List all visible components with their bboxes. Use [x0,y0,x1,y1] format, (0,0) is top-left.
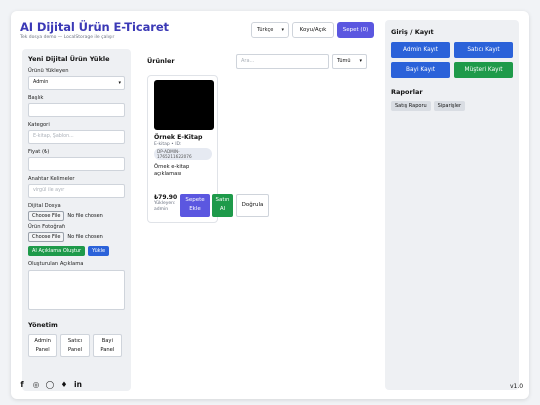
admin-panel-button[interactable]: Admin Panel [28,334,58,357]
dealer-panel-label-1: Bayi [101,338,113,344]
dealer-register-button[interactable]: Bayi Kayıt [391,62,450,78]
product-description: Örnek e-kitap açıklaması [154,164,190,177]
uploader-select[interactable]: Admin ▾ [28,76,125,90]
buy-now-button[interactable]: Satın Al [212,194,233,217]
admin-register-button[interactable]: Admin Kayıt [391,42,450,58]
ai-description-button[interactable]: AI Açıklama Oluştur [28,246,86,256]
chevron-down-icon: ▾ [281,27,284,33]
instagram-icon[interactable]: ◎ [31,380,41,390]
cart-button[interactable]: Sepet (0) [337,22,374,38]
admin-panel-label-2: Panel [35,347,50,353]
upload-panel-title: Yeni Dijital Ürün Yükle [28,55,110,63]
chevron-down-icon: ▾ [359,58,362,64]
buy-now-label-2: Al [219,206,226,212]
digital-file-input[interactable]: Choose File No file chosen [28,211,125,221]
seller-panel-label-1: Satıcı [67,338,83,344]
filter-value: Tümü [337,58,351,64]
app-subtitle: Tek dosya demo — LocalStorage ile çalışı… [20,35,115,40]
language-select[interactable]: Türkçe ▾ [251,22,289,38]
dealer-panel-button[interactable]: Bayi Panel [92,334,122,357]
auth-title: Giriş / Kayıt [391,28,434,36]
linkedin-icon[interactable]: in [73,380,83,390]
auth-panel: Giriş / Kayıt Admin Kayıt Satıcı Kayıt B… [385,20,519,390]
seller-register-button[interactable]: Satıcı Kayıt [454,42,513,58]
upload-button[interactable]: Yükle [88,246,110,256]
products-heading: Ürünler [147,57,175,65]
upload-panel: Yeni Dijital Ürün Yükle Ürünü Yükleyen A… [22,49,131,391]
product-name: Örnek E-Kitap [154,134,203,141]
chevron-down-icon: ▾ [118,80,121,86]
search-input[interactable]: Ara... [236,54,329,69]
uploader-value: Admin [33,80,49,85]
keywords-input[interactable]: virgül ile ayır [28,184,125,198]
sales-report-button[interactable]: Satış Raporu [391,101,431,111]
add-to-cart-label-1: Sepete [185,197,205,203]
product-card: Örnek E-Kitap E-kitap • ID: DP-ADMIN-176… [147,75,269,223]
file-status: No file chosen [67,213,103,219]
add-to-cart-button[interactable]: Sepete Ekle [180,194,210,217]
customer-register-button[interactable]: Müşteri Kayıt [454,62,513,78]
add-to-cart-label-2: Ekle [189,206,201,212]
generated-desc-textarea[interactable] [28,270,125,310]
version-label: v1.0 [510,383,524,390]
app-title: AI Dijital Ürün E-Ticaret [20,20,169,34]
twitter-icon[interactable]: ♦ [59,380,69,390]
app-window: AI Dijital Ürün E-Ticaret Tek dosya demo… [11,11,529,399]
product-id-badge: DP-ADMIN-1765211622076 [154,148,212,160]
category-label: Kategori [28,122,50,128]
admin-title: Yönetim [28,321,58,329]
admin-panel-label-1: Admin [34,338,51,344]
category-filter-select[interactable]: Tümü ▾ [332,54,367,69]
price-label: Fiyat (₺) [28,149,50,155]
social-links: f ◎ ◯ ♦ in [17,380,87,390]
choose-file-button[interactable]: Choose File [28,211,65,221]
digital-file-label: Dijital Dosya [28,203,61,209]
category-input[interactable]: E-kitap, Şablon... [28,130,125,144]
whatsapp-icon[interactable]: ◯ [45,380,55,390]
uploader-label: Ürünü Yükleyen [28,68,69,74]
facebook-icon[interactable]: f [17,380,27,390]
product-image [154,80,214,130]
dealer-panel-label-2: Panel [100,347,115,353]
theme-toggle-button[interactable]: Koyu/Açık [292,22,334,38]
buy-now-label-1: Satın [215,197,230,203]
photo-file-input[interactable]: Choose File No file chosen [28,232,125,242]
title-input[interactable] [28,103,125,117]
product-meta: E-kitap • ID: [154,142,182,147]
seller-panel-label-2: Panel [67,347,82,353]
generated-desc-label: Oluşturulan Açıklama [28,261,84,267]
seller-panel-button[interactable]: Satıcı Panel [60,334,90,357]
title-label: Başlık [28,95,44,101]
verify-button[interactable]: Doğrula [236,194,269,217]
reports-title: Raporlar [391,88,423,96]
photo-status: No file chosen [67,234,103,240]
photo-label: Ürün Fotoğrafı [28,224,66,230]
language-value: Türkçe [257,27,274,33]
keywords-label: Anahtar Kelimeler [28,176,75,182]
orders-button[interactable]: Siparişler [433,101,466,111]
choose-photo-button[interactable]: Choose File [28,232,65,242]
price-input[interactable] [28,157,125,171]
